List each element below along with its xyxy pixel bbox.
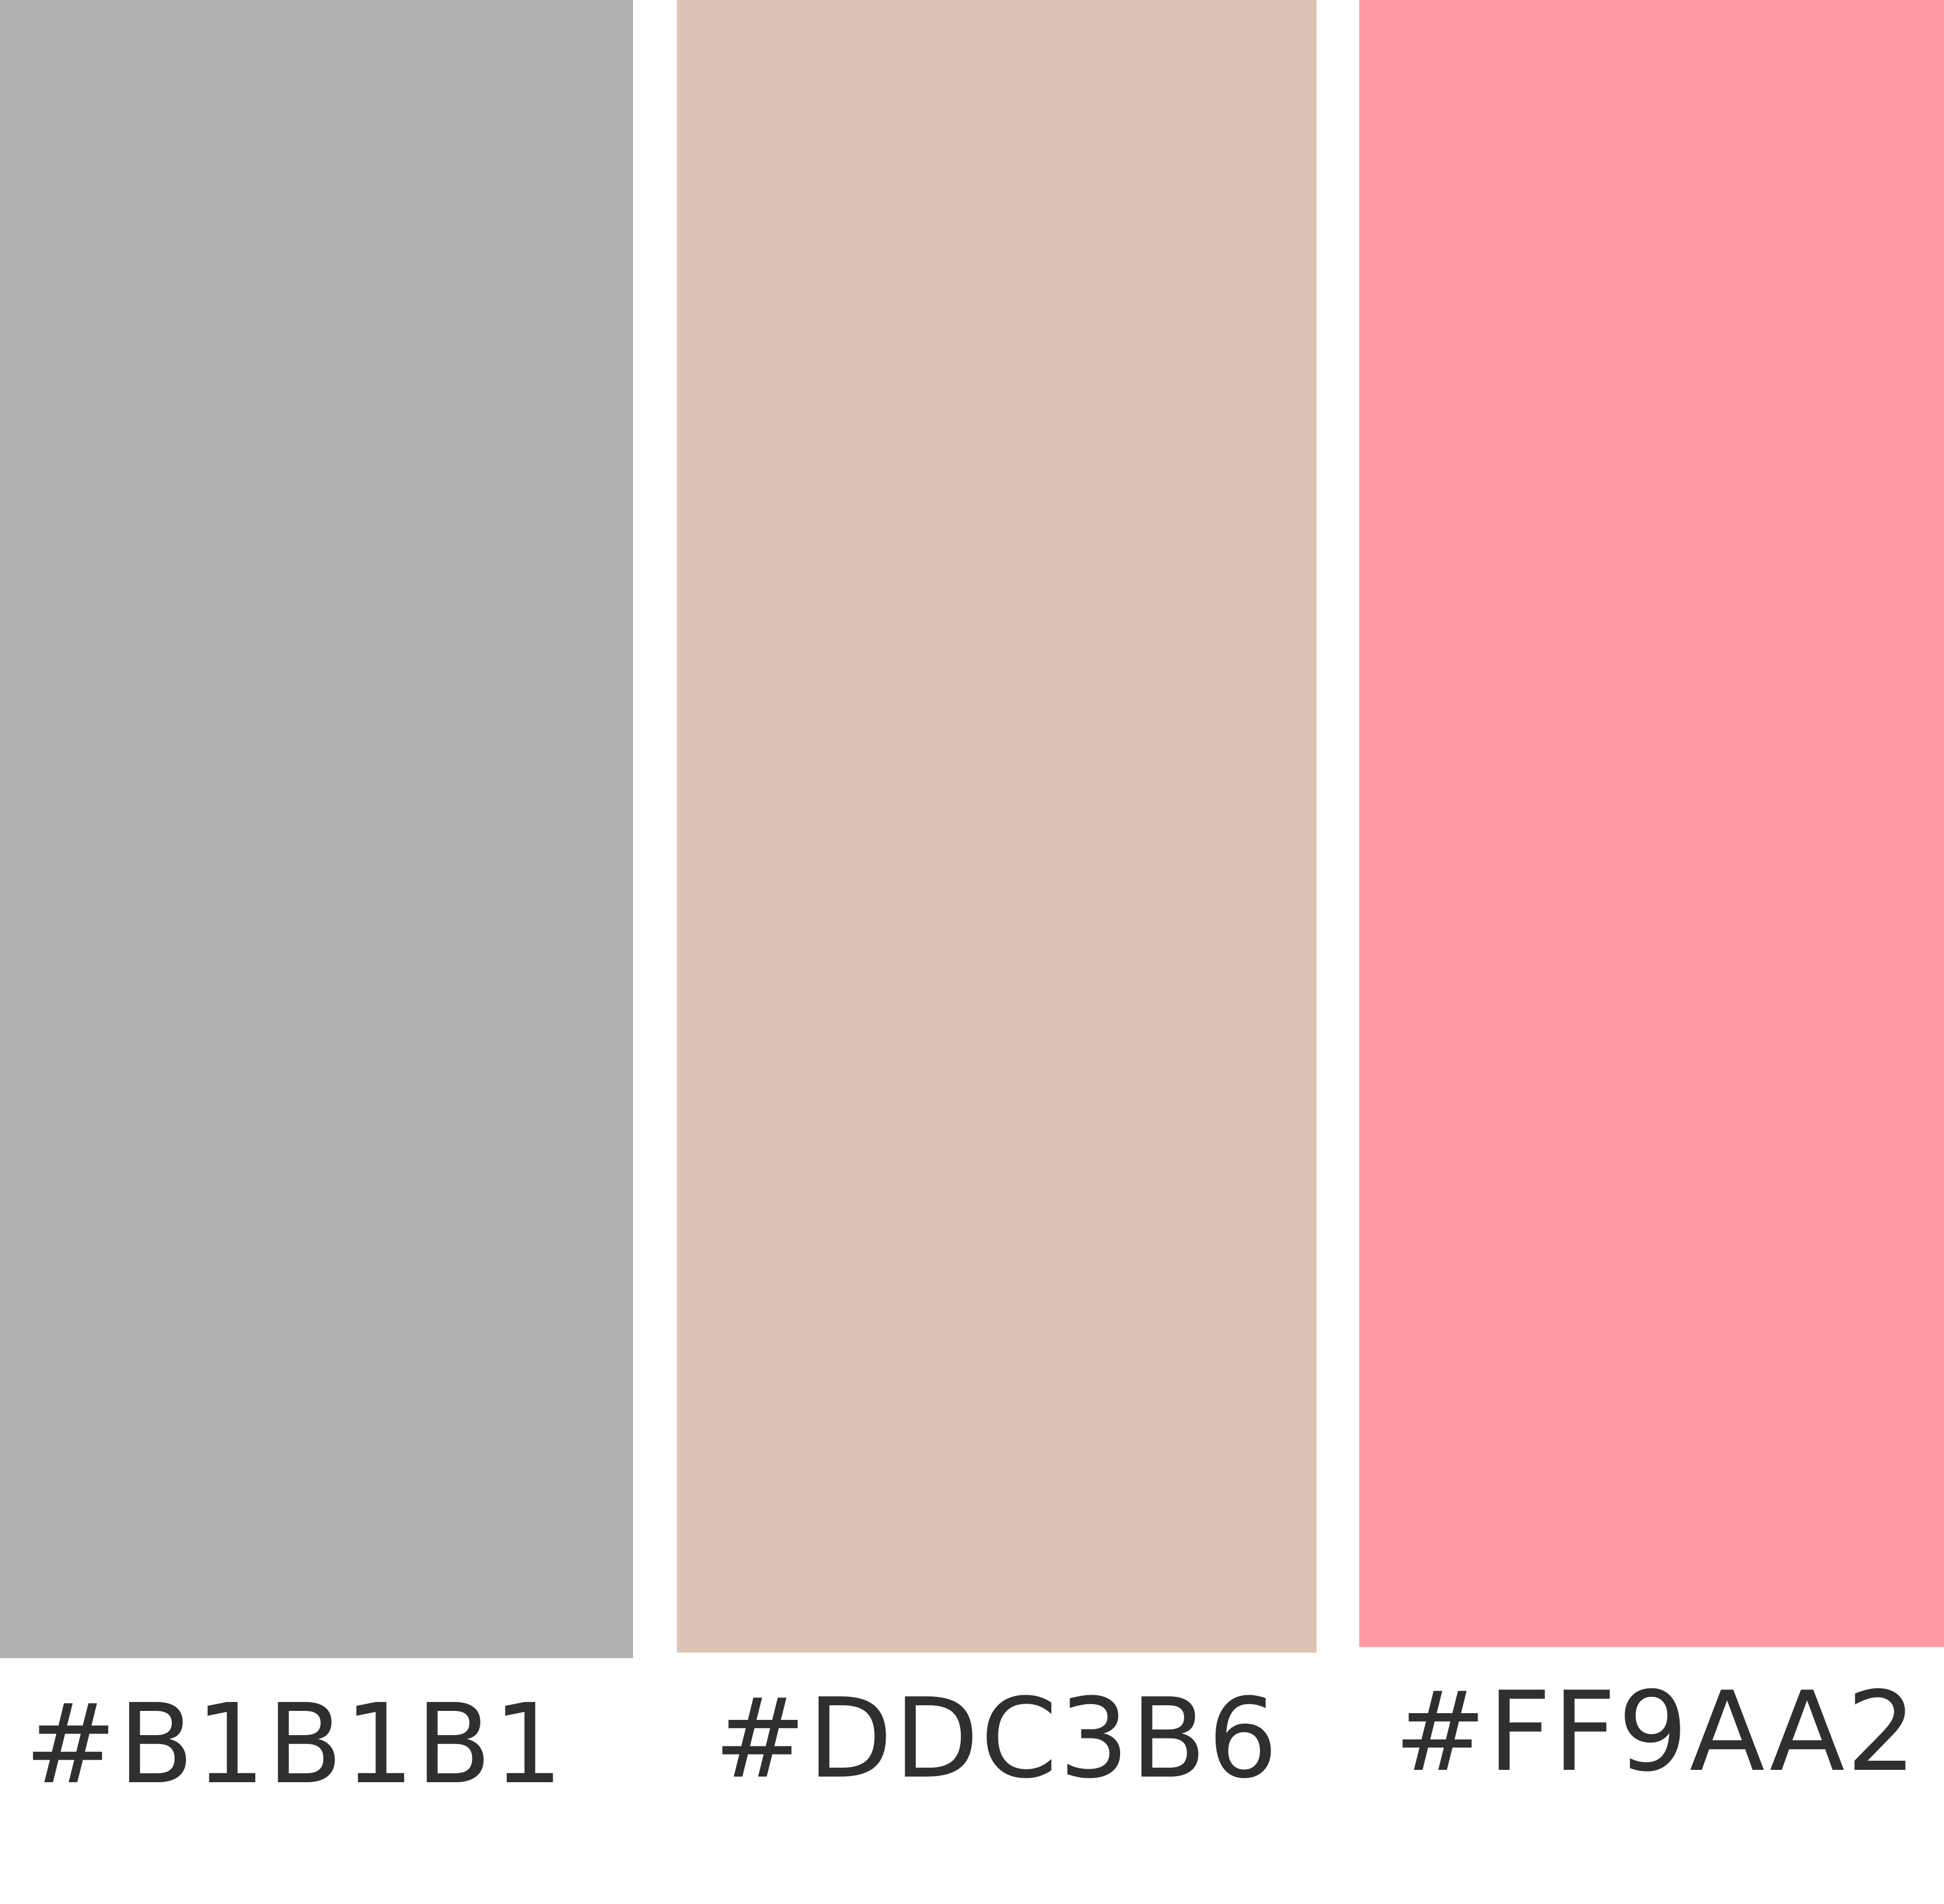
color-chip — [0, 0, 633, 1658]
color-palette: #B1B1B1 #DDC3B6 #FF9AA2 — [0, 0, 1944, 1904]
color-hex-label: #FF9AA2 — [1394, 1668, 1918, 1796]
color-hex-label: #B1B1B1 — [24, 1681, 565, 1809]
color-chip — [677, 0, 1317, 1653]
color-hex-label: #DDC3B6 — [714, 1675, 1280, 1803]
color-chip — [1359, 0, 1944, 1647]
